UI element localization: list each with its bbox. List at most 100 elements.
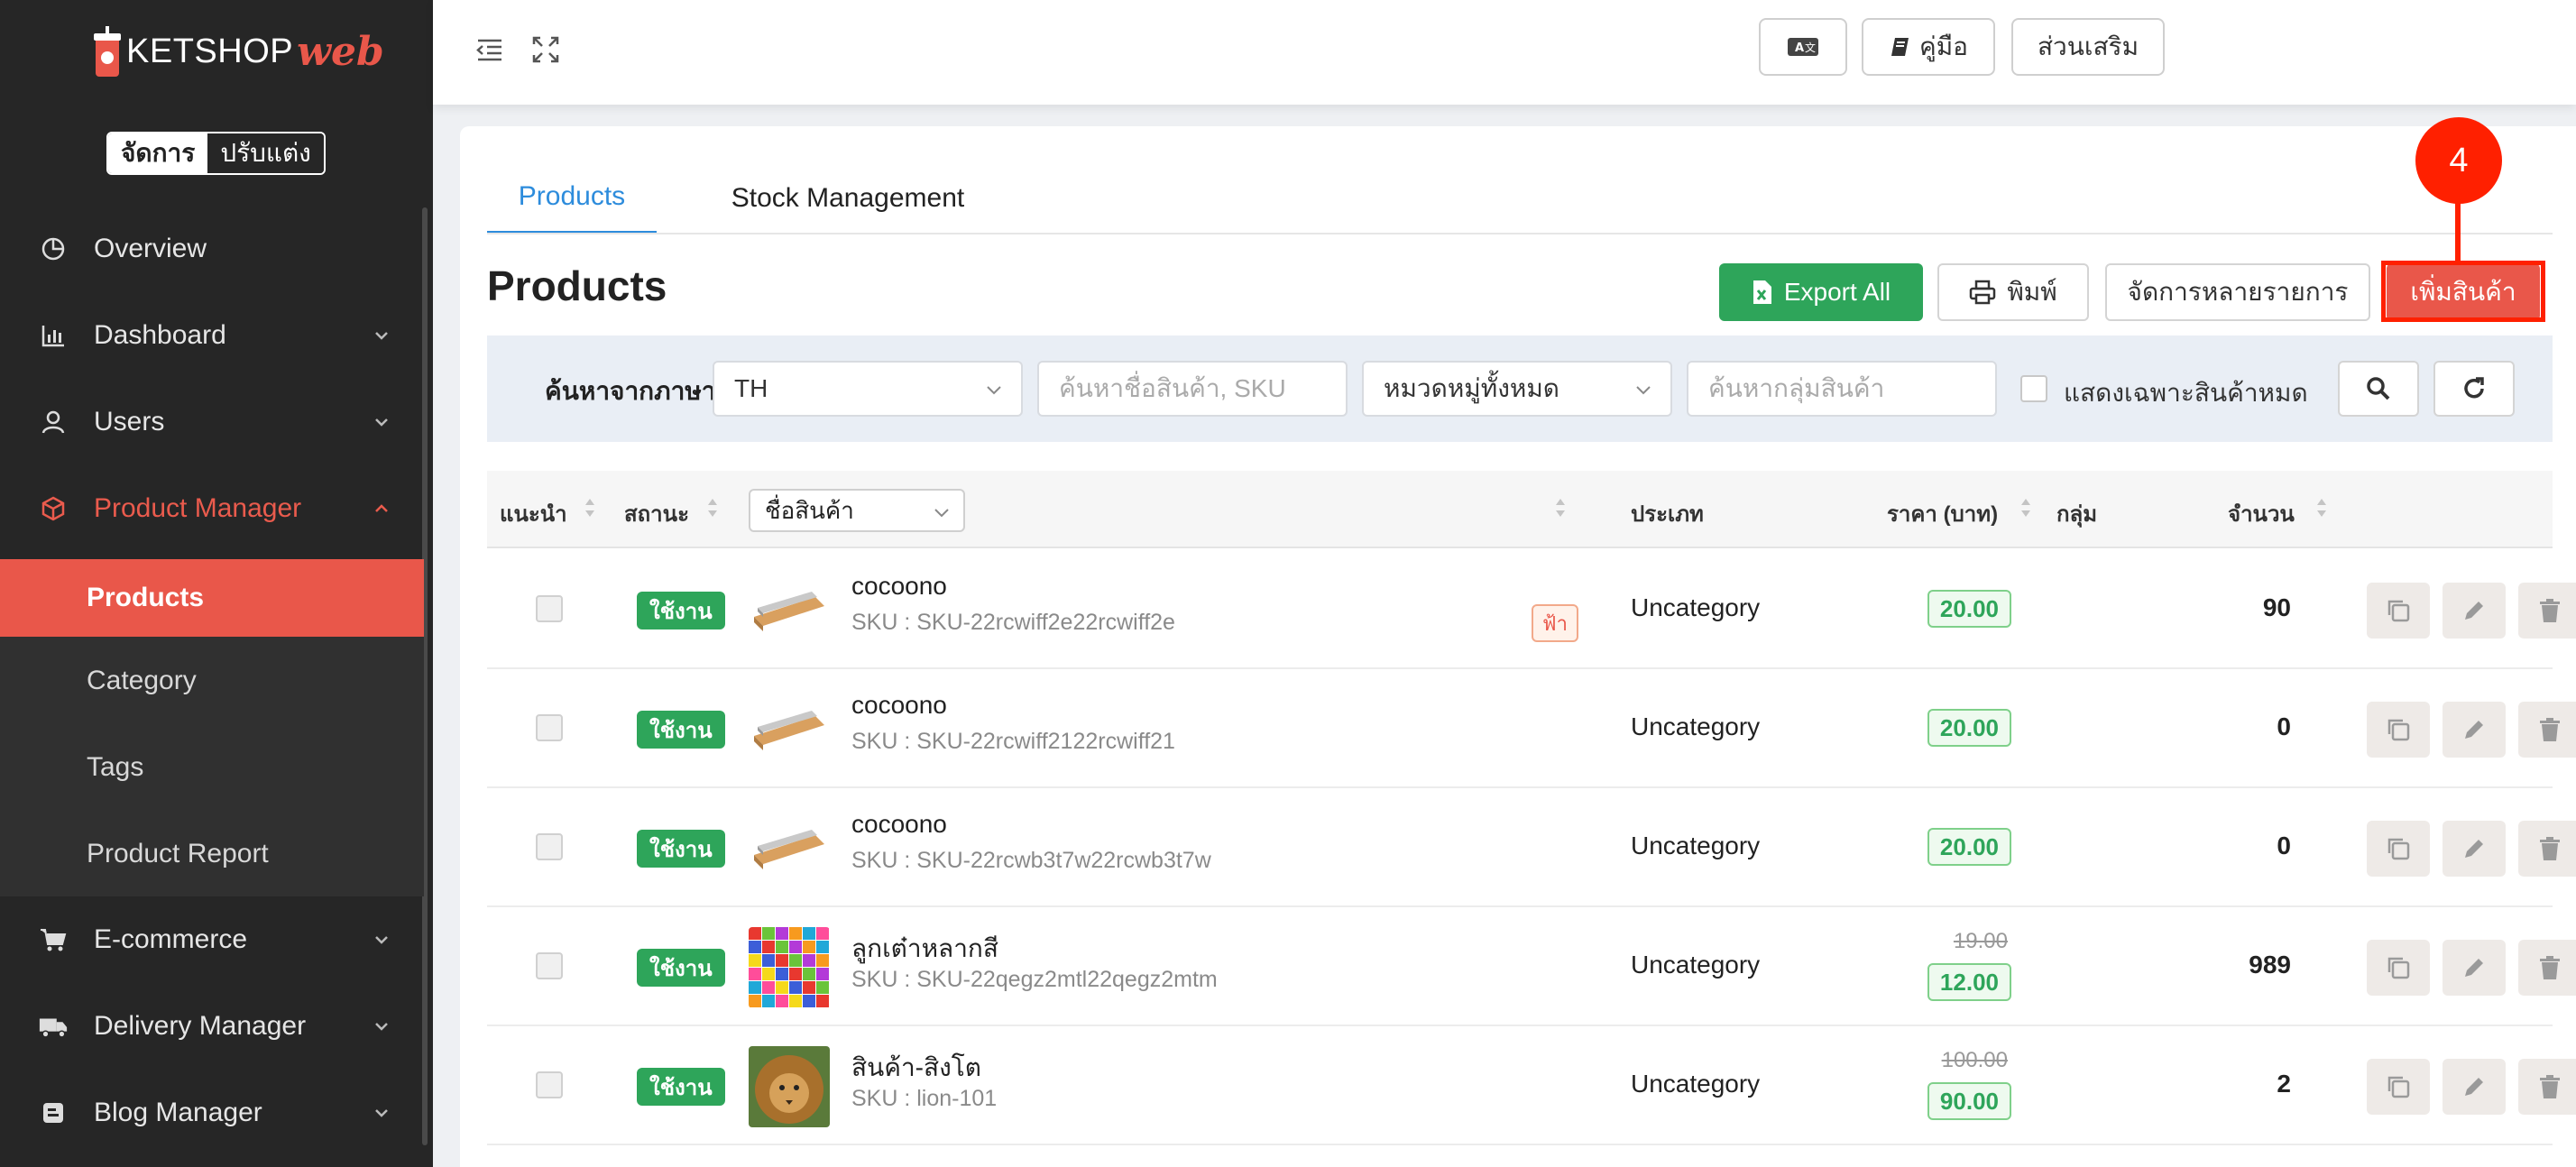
table-row[interactable]: ใช้งาน cocoono SKU : SKU-22rcwiff2e22rcw…	[487, 550, 2576, 669]
chevron-down-icon	[934, 509, 949, 518]
bulk-manage-button[interactable]: จัดการหลายรายการ	[2105, 263, 2370, 321]
language-value: TH	[734, 374, 768, 402]
mode-customize[interactable]: ปรับแต่ง	[207, 133, 324, 173]
duplicate-button[interactable]	[2367, 821, 2430, 877]
product-name[interactable]: cocoono	[851, 572, 947, 601]
status-badge[interactable]: ใช้งาน	[637, 830, 725, 868]
table-row[interactable]: ใช้งาน cocoono SKU : SKU-22rcwb3t7w22rcw…	[487, 788, 2576, 907]
duplicate-button[interactable]	[2367, 583, 2430, 639]
delete-button[interactable]	[2518, 583, 2576, 639]
delete-button[interactable]	[2518, 821, 2576, 877]
pencil-icon	[2465, 959, 2483, 977]
language-select[interactable]: TH	[713, 361, 1023, 417]
duplicate-button[interactable]	[2367, 1059, 2430, 1115]
status-badge[interactable]: ใช้งาน	[637, 592, 725, 629]
recommend-checkbox[interactable]	[536, 1071, 563, 1098]
sidebar-subitem-tags[interactable]: Tags	[0, 729, 424, 806]
category-value: หมวดหมู่ทั้งหมด	[1384, 374, 1559, 402]
recommend-checkbox[interactable]	[536, 952, 563, 979]
sidebar-item-blog-manager[interactable]: Blog Manager	[0, 1070, 424, 1156]
product-name[interactable]: cocoono	[851, 691, 947, 720]
product-thumbnail	[749, 927, 830, 1008]
search-button[interactable]	[2338, 361, 2419, 417]
blog-icon	[38, 1098, 69, 1128]
edit-button[interactable]	[2443, 702, 2506, 758]
delete-button[interactable]	[2518, 940, 2576, 996]
duplicate-button[interactable]	[2367, 940, 2430, 996]
tab-stock-management[interactable]: Stock Management	[704, 162, 992, 234]
sidebar-item-label: Users	[94, 407, 165, 436]
tab-divider	[487, 233, 2553, 234]
quantity: 0	[2277, 712, 2291, 740]
product-name[interactable]: สินค้า-สิงโต	[851, 1048, 981, 1088]
sidebar-subitem-category[interactable]: Category	[0, 642, 424, 720]
sidebar-item-ecommerce[interactable]: E-commerce	[0, 896, 424, 983]
edit-button[interactable]	[2443, 583, 2506, 639]
sidebar: KETSHOP web จัดการ ปรับแต่ง Overview Das…	[0, 0, 433, 1167]
collapse-sidebar-icon[interactable]	[473, 32, 507, 67]
edit-button[interactable]	[2443, 940, 2506, 996]
trash-icon	[2540, 718, 2560, 741]
name-column-value: ชื่อสินค้า	[765, 496, 854, 524]
out-of-stock-checkbox[interactable]	[2020, 375, 2047, 402]
sidebar-item-product-manager[interactable]: Product Manager	[0, 465, 424, 552]
tab-products[interactable]: Products	[487, 162, 657, 234]
sort-icon[interactable]	[705, 494, 720, 521]
pencil-icon	[2465, 721, 2483, 739]
duplicate-button[interactable]	[2367, 702, 2430, 758]
edit-button[interactable]	[2443, 821, 2506, 877]
chevron-down-icon	[375, 1109, 388, 1117]
fullscreen-icon[interactable]	[529, 32, 563, 67]
reset-button[interactable]	[2433, 361, 2515, 417]
sort-icon[interactable]	[1553, 494, 1568, 521]
edit-button[interactable]	[2443, 1059, 2506, 1115]
recommend-checkbox[interactable]	[536, 714, 563, 741]
sidebar-item-users[interactable]: Users	[0, 379, 424, 465]
group-search-input[interactable]: ค้นหากลุ่มสินค้า	[1687, 361, 1997, 417]
user-icon	[38, 407, 69, 437]
step-pointer-line	[2455, 202, 2461, 262]
sidebar-item-label: Product Manager	[94, 493, 302, 523]
copy-icon	[2387, 957, 2410, 979]
step-badge: 4	[2415, 117, 2502, 204]
recommend-checkbox[interactable]	[536, 595, 563, 622]
manual-button[interactable]: คู่มือ	[1862, 18, 1995, 76]
mode-manage[interactable]: จัดการ	[108, 133, 208, 173]
sort-icon[interactable]	[2314, 494, 2329, 521]
print-button[interactable]: พิมพ์	[1937, 263, 2089, 321]
sort-icon[interactable]	[583, 494, 597, 521]
table-row[interactable]: ใช้งาน cocoono SKU : SKU-22rcwiff2122rcw…	[487, 669, 2576, 788]
sort-icon[interactable]	[2019, 494, 2033, 521]
sidebar-item-dashboard[interactable]: Dashboard	[0, 292, 424, 379]
chevron-down-icon	[987, 386, 1001, 395]
sidebar-item-delivery-manager[interactable]: Delivery Manager	[0, 983, 424, 1070]
chevron-up-icon	[375, 504, 388, 512]
export-all-button[interactable]: Export All	[1719, 263, 1923, 321]
recommend-checkbox[interactable]	[536, 833, 563, 860]
status-badge[interactable]: ใช้งาน	[637, 1068, 725, 1106]
translate-button[interactable]: A文	[1759, 18, 1847, 76]
status-badge[interactable]: ใช้งาน	[637, 949, 725, 987]
brand-logo[interactable]: KETSHOP web	[94, 23, 384, 79]
product-search-input[interactable]: ค้นหาชื่อสินค้า, SKU	[1037, 361, 1348, 417]
product-name[interactable]: cocoono	[851, 810, 947, 839]
book-icon	[1891, 38, 1909, 56]
table-row[interactable]: ใช้งาน สินค้า-สิงโต SKU : lion-101 Uncat…	[487, 1026, 2576, 1145]
status-badge[interactable]: ใช้งาน	[637, 711, 725, 749]
price-badge: 90.00	[1927, 1082, 2011, 1120]
sidebar-item-overview[interactable]: Overview	[0, 206, 424, 292]
category-select[interactable]: หมวดหมู่ทั้งหมด	[1362, 361, 1672, 417]
product-thumbnail	[749, 689, 830, 770]
delete-button[interactable]	[2518, 1059, 2576, 1115]
delete-button[interactable]	[2518, 702, 2576, 758]
product-name[interactable]: ลูกเต๋าหลากสี	[851, 929, 998, 969]
sidebar-item-label: Dashboard	[94, 320, 226, 350]
name-column-select[interactable]: ชื่อสินค้า	[749, 489, 965, 532]
product-thumbnail	[749, 570, 830, 651]
copy-icon	[2387, 1076, 2410, 1098]
addons-button[interactable]: ส่วนเสริม	[2011, 18, 2165, 76]
sidebar-subitem-products[interactable]: Products	[0, 559, 424, 637]
table-row[interactable]: ใช้งาน ลูกเต๋าหลากสี SKU : SKU-22qegz2mt…	[487, 907, 2576, 1026]
sidebar-subitem-product-report[interactable]: Product Report	[0, 815, 424, 893]
printer-icon	[1970, 280, 1996, 305]
